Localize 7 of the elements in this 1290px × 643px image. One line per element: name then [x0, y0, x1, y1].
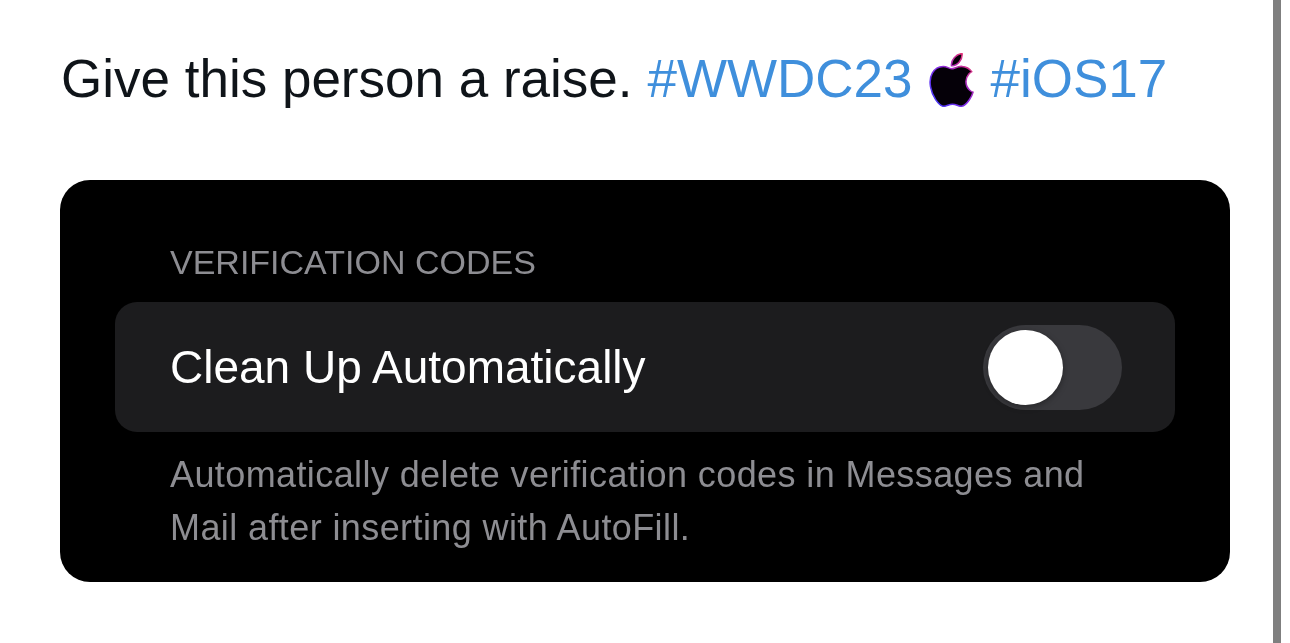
setting-label: Clean Up Automatically	[170, 340, 646, 394]
hashtag-link[interactable]: #WWDC23	[647, 47, 913, 111]
footer-note: Automatically delete verification codes in Messages and Mail after inserting with AutoFill.	[169, 453, 1086, 550]
section-header: VERIFICATION CODES	[169, 242, 536, 282]
hashtag-link[interactable]: #iOS17	[990, 47, 1168, 111]
post-text: Give this person a raise.	[61, 48, 633, 110]
apple-logo-icon	[927, 53, 976, 107]
